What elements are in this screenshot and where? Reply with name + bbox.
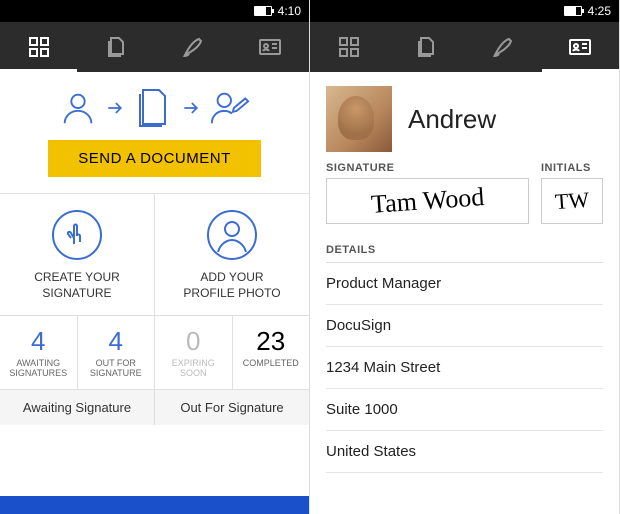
hand-sign-icon (50, 208, 104, 262)
clock: 4:10 (278, 4, 301, 18)
filter-tab-awaiting[interactable]: Awaiting Signature (0, 390, 155, 425)
arrow-right-icon (181, 98, 201, 118)
top-tab-bar (310, 22, 619, 72)
detail-suite: Suite 1000 (326, 389, 603, 431)
stat-value: 0 (159, 326, 228, 357)
tab-documents[interactable] (77, 22, 154, 72)
stat-expiring[interactable]: 0 EXPIRING SOON (155, 316, 233, 389)
stat-out-for-signature[interactable]: 4 OUT FOR SIGNATURE (78, 316, 156, 389)
filter-tabs: Awaiting Signature Out For Signature (0, 390, 309, 425)
documents-icon (414, 35, 438, 59)
tab-sign[interactable] (465, 22, 542, 72)
top-tab-bar (0, 22, 309, 72)
dashboard-screen: 4:10 (0, 0, 310, 514)
tab-sign[interactable] (155, 22, 232, 72)
id-card-icon (258, 35, 282, 59)
grid-icon (337, 35, 361, 59)
documents-icon (104, 35, 128, 59)
signature-column: SIGNATURE Tam Wood (326, 162, 529, 224)
signature-box[interactable]: Tam Wood (326, 178, 529, 224)
stat-value: 23 (237, 326, 306, 357)
detail-street: 1234 Main Street (326, 347, 603, 389)
stat-completed[interactable]: 23 COMPLETED (233, 316, 310, 389)
stat-label: AWAITING SIGNATURES (4, 359, 73, 379)
details-section: DETAILS Product Manager DocuSign 1234 Ma… (310, 238, 619, 473)
avatar[interactable] (326, 86, 392, 152)
profile-screen: 4:25 Andrew (310, 0, 620, 514)
stat-label: OUT FOR SIGNATURE (82, 359, 151, 379)
profile-photo-icon (205, 208, 259, 262)
initials-box[interactable]: TW (541, 178, 603, 224)
tab-dashboard[interactable] (0, 22, 77, 72)
stats-row: 4 AWAITING SIGNATURES 4 OUT FOR SIGNATUR… (0, 316, 309, 390)
initials-column: INITIALS TW (541, 162, 603, 224)
footer-bar (0, 496, 309, 514)
profile-header: Andrew (310, 72, 619, 162)
clock: 4:25 (588, 4, 611, 18)
battery-icon (254, 6, 272, 16)
document-icon (133, 86, 173, 130)
arrow-right-icon (105, 98, 125, 118)
pen-icon (181, 35, 205, 59)
tab-profile[interactable] (542, 22, 619, 72)
signature-label: SIGNATURE (326, 162, 529, 174)
status-bar: 4:10 (0, 0, 309, 22)
stat-awaiting[interactable]: 4 AWAITING SIGNATURES (0, 316, 78, 389)
detail-title: Product Manager (326, 263, 603, 305)
initials-image: TW (554, 187, 590, 215)
details-heading: DETAILS (326, 238, 603, 263)
send-flow-illustration (59, 86, 251, 130)
stat-value: 4 (4, 326, 73, 357)
signature-row: SIGNATURE Tam Wood INITIALS TW (310, 162, 619, 238)
id-card-icon (568, 35, 592, 59)
create-signature-card[interactable]: CREATE YOUR SIGNATURE (0, 194, 155, 315)
tab-dashboard[interactable] (310, 22, 387, 72)
detail-country: United States (326, 431, 603, 473)
send-document-card: SEND A DOCUMENT (0, 72, 309, 194)
stat-label: COMPLETED (237, 359, 306, 369)
battery-icon (564, 6, 582, 16)
send-document-button[interactable]: SEND A DOCUMENT (48, 140, 261, 177)
person-signing-icon (209, 88, 251, 128)
stat-label: EXPIRING SOON (159, 359, 228, 379)
detail-company: DocuSign (326, 305, 603, 347)
add-photo-card[interactable]: ADD YOUR PROFILE PHOTO (155, 194, 309, 315)
pen-icon (491, 35, 515, 59)
stat-value: 4 (82, 326, 151, 357)
grid-icon (27, 35, 51, 59)
add-photo-label: ADD YOUR PROFILE PHOTO (183, 270, 280, 301)
tab-profile[interactable] (232, 22, 309, 72)
status-bar: 4:25 (310, 0, 619, 22)
profile-name: Andrew (408, 104, 496, 135)
filter-tab-outfor[interactable]: Out For Signature (155, 390, 309, 425)
tab-documents[interactable] (387, 22, 464, 72)
signature-image: Tam Wood (370, 182, 485, 220)
create-signature-label: CREATE YOUR SIGNATURE (34, 270, 120, 301)
initials-label: INITIALS (541, 162, 603, 174)
setup-cards: CREATE YOUR SIGNATURE ADD YOUR PROFILE P… (0, 194, 309, 316)
person-icon (59, 89, 97, 127)
